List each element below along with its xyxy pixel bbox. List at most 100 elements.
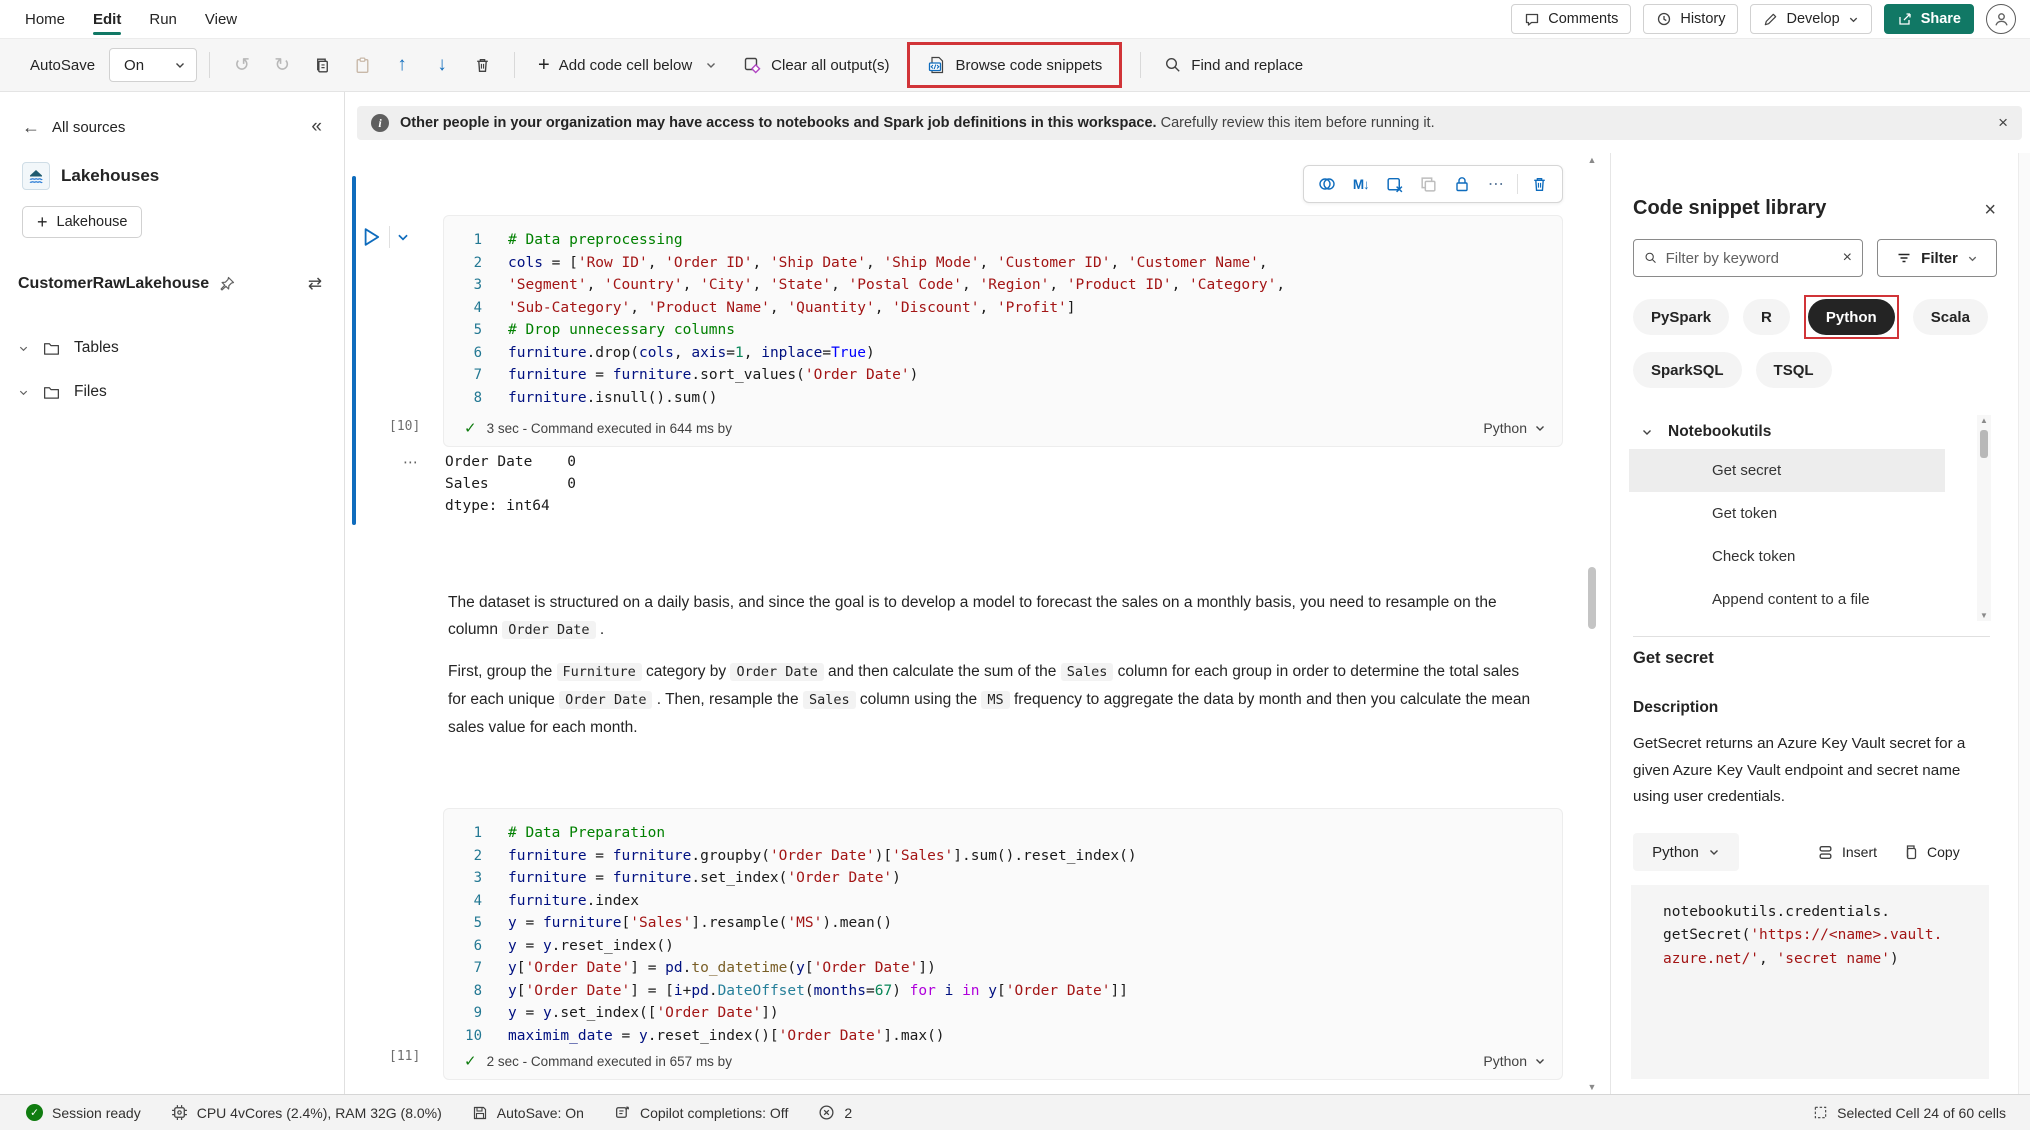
output-options-icon[interactable]: ⋯ bbox=[403, 451, 419, 517]
cell-language-selector[interactable]: Python bbox=[1483, 1053, 1546, 1069]
more-options-button[interactable]: ⋯ bbox=[1483, 171, 1509, 197]
scrollbar-thumb[interactable] bbox=[1588, 567, 1596, 629]
develop-button[interactable]: Develop bbox=[1750, 4, 1871, 34]
filter-button[interactable]: Filter bbox=[1877, 239, 1997, 277]
clear-filter-icon[interactable]: × bbox=[1843, 249, 1852, 267]
chip-tsql[interactable]: TSQL bbox=[1756, 352, 1832, 388]
scrollbar-thumb[interactable] bbox=[1980, 430, 1988, 458]
preview-language-selector[interactable]: Python bbox=[1633, 833, 1739, 871]
tree-item-files[interactable]: Files bbox=[18, 370, 344, 414]
chip-scala[interactable]: Scala bbox=[1913, 299, 1988, 335]
add-code-cell-button[interactable]: + Add code cell below bbox=[527, 45, 703, 85]
redo-button[interactable]: ↻ bbox=[262, 45, 302, 85]
autosave-toggle[interactable]: On bbox=[109, 48, 197, 82]
copilot-completions-icon bbox=[614, 1104, 631, 1121]
code-text: # Data Preparation bbox=[508, 825, 665, 841]
clear-output-icon bbox=[742, 55, 762, 75]
back-arrow-icon[interactable]: ← bbox=[22, 117, 40, 138]
code-cell-1[interactable]: 1# Data preprocessing2cols = ['Row ID', … bbox=[443, 215, 1563, 447]
delete-cell-button[interactable] bbox=[462, 45, 502, 85]
avatar[interactable] bbox=[1986, 4, 2016, 34]
move-up-button[interactable]: ↑ bbox=[382, 45, 422, 85]
markdown-text: category by bbox=[642, 663, 731, 680]
code-text: azure.net/', 'secret name') bbox=[1663, 951, 1899, 967]
code-text: 'Sub-Category', 'Product Name', 'Quantit… bbox=[508, 300, 1076, 316]
error-count[interactable]: 2 bbox=[818, 1104, 852, 1121]
insert-snippet-button[interactable]: Insert bbox=[1817, 844, 1877, 861]
menu-item-edit[interactable]: Edit bbox=[93, 0, 121, 38]
chip-pyspark[interactable]: PySpark bbox=[1633, 299, 1729, 335]
scroll-down-icon[interactable]: ▼ bbox=[1977, 611, 1991, 620]
lock-cell-button[interactable] bbox=[1449, 171, 1475, 197]
chevron-down-icon[interactable] bbox=[18, 343, 29, 354]
notebook-scrollbar[interactable]: ▲ ▼ bbox=[1585, 155, 1599, 1092]
menu-item-run[interactable]: Run bbox=[149, 0, 177, 38]
snippet-filter-input[interactable] bbox=[1666, 250, 1835, 267]
menu-item-view[interactable]: View bbox=[205, 0, 237, 38]
output-line: dtype: int64 bbox=[445, 495, 576, 517]
collapse-sidebar-icon[interactable]: « bbox=[311, 116, 322, 138]
search-icon bbox=[1644, 250, 1658, 266]
convert-to-markdown-button[interactable]: M↓ bbox=[1348, 171, 1374, 197]
chevron-down-icon[interactable] bbox=[18, 387, 29, 398]
snippet-item-get-token[interactable]: Get token bbox=[1629, 492, 1945, 535]
tree-item-tables[interactable]: Tables bbox=[18, 326, 344, 370]
find-replace-button[interactable]: Find and replace bbox=[1153, 45, 1314, 85]
cell-language-selector[interactable]: Python bbox=[1483, 420, 1546, 436]
success-check-icon: ✓ bbox=[464, 419, 477, 437]
description-text: GetSecret returns an Azure Key Vault sec… bbox=[1633, 731, 1985, 811]
snippet-item-get-secret[interactable]: Get secret bbox=[1629, 449, 1945, 492]
snippet-filter-box[interactable]: × bbox=[1633, 239, 1863, 277]
clear-cell-output-button[interactable] bbox=[1382, 171, 1408, 197]
cell-code-editor[interactable]: 1# Data Preparation2furniture = furnitur… bbox=[444, 809, 1562, 1047]
autosave-status[interactable]: AutoSave: On bbox=[472, 1105, 584, 1121]
run-options-chevron-icon[interactable] bbox=[396, 230, 410, 244]
cpu-icon bbox=[171, 1104, 188, 1121]
code-line: 3furniture = furniture.set_index('Order … bbox=[444, 867, 1562, 890]
cell-code-editor[interactable]: 1# Data preprocessing2cols = ['Row ID', … bbox=[444, 216, 1562, 409]
panel-scrollbar[interactable] bbox=[2018, 153, 2030, 1094]
switch-lakehouse-icon[interactable]: ⇄ bbox=[308, 274, 322, 294]
history-icon bbox=[1656, 11, 1672, 27]
scroll-up-icon[interactable]: ▲ bbox=[1585, 155, 1599, 165]
resource-usage[interactable]: CPU 4vCores (2.4%), RAM 32G (8.0%) bbox=[171, 1104, 442, 1121]
run-cell-button[interactable] bbox=[359, 225, 383, 249]
lakehouse-name-row[interactable]: CustomerRawLakehouse ⇄ bbox=[0, 238, 344, 294]
share-button[interactable]: Share bbox=[1884, 4, 1974, 34]
chip-r[interactable]: R bbox=[1743, 299, 1790, 335]
banner-close-icon[interactable]: × bbox=[1998, 113, 2008, 133]
copilot-cell-icon[interactable] bbox=[1314, 171, 1340, 197]
chip-sparksql[interactable]: SparkSQL bbox=[1633, 352, 1742, 388]
menu-item-home[interactable]: Home bbox=[25, 0, 65, 38]
all-sources-link[interactable]: All sources bbox=[52, 119, 125, 136]
markdown-cell[interactable]: The dataset is structured on a daily bas… bbox=[448, 589, 1533, 741]
chip-python[interactable]: Python bbox=[1808, 299, 1895, 335]
scroll-down-icon[interactable]: ▼ bbox=[1585, 1082, 1599, 1092]
add-lakehouse-button[interactable]: + Lakehouse bbox=[22, 206, 142, 238]
paste-button[interactable] bbox=[342, 45, 382, 85]
snippet-item-append-content[interactable]: Append content to a file bbox=[1629, 578, 1945, 621]
browse-snippets-button[interactable]: Browse code snippets bbox=[916, 45, 1114, 85]
comments-button[interactable]: Comments bbox=[1511, 4, 1631, 34]
scroll-up-icon[interactable]: ▲ bbox=[1977, 416, 1991, 425]
pin-icon[interactable] bbox=[219, 276, 235, 292]
move-down-button[interactable]: ↓ bbox=[422, 45, 462, 85]
add-cell-chevron-icon[interactable] bbox=[705, 59, 717, 71]
snippet-section-header[interactable]: Notebookutils bbox=[1641, 423, 1771, 441]
inline-code: Order Date bbox=[502, 621, 595, 639]
code-text: furniture = furniture.sort_values('Order… bbox=[508, 367, 918, 383]
snippet-item-check-token[interactable]: Check token bbox=[1629, 535, 1945, 578]
copy-cell-button[interactable] bbox=[302, 45, 342, 85]
code-text: y = y.set_index(['Order Date']) bbox=[508, 1005, 779, 1021]
history-button[interactable]: History bbox=[1643, 4, 1738, 34]
copilot-status[interactable]: Copilot completions: Off bbox=[614, 1104, 788, 1121]
folder-icon bbox=[42, 339, 61, 358]
copy-snippet-button[interactable]: Copy bbox=[1903, 844, 1960, 860]
panel-close-icon[interactable]: × bbox=[1984, 199, 1996, 222]
code-cell-2[interactable]: 1# Data Preparation2furniture = furnitur… bbox=[443, 808, 1563, 1080]
delete-cell-button[interactable] bbox=[1526, 171, 1552, 197]
undo-button[interactable]: ↺ bbox=[222, 45, 262, 85]
duplicate-cell-button[interactable] bbox=[1416, 171, 1442, 197]
snippet-list-scrollbar[interactable]: ▲ ▼ bbox=[1977, 415, 1991, 621]
clear-outputs-button[interactable]: Clear all output(s) bbox=[731, 45, 900, 85]
